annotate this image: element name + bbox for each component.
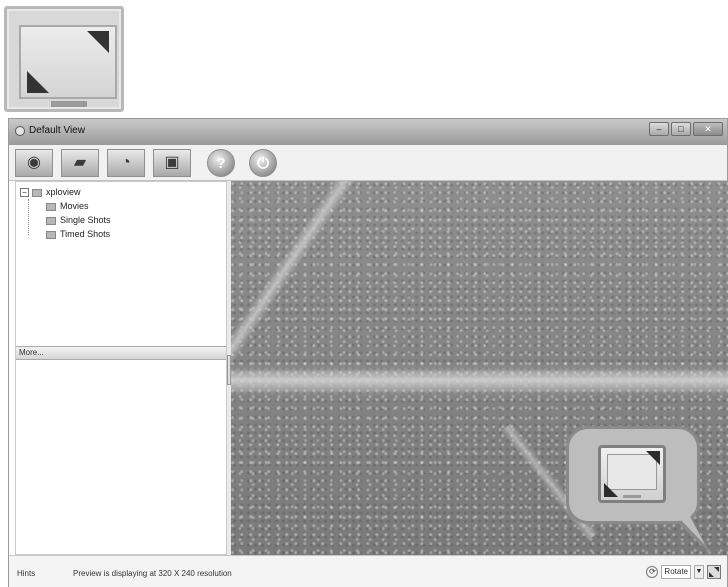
fullscreen-icon-screen <box>19 25 117 99</box>
rotate-select[interactable]: Rotate <box>661 565 691 579</box>
window-title: Default View <box>29 125 85 136</box>
more-bar[interactable]: More... <box>16 346 226 360</box>
tree-item-label: Timed Shots <box>60 229 111 239</box>
tree-item-movies[interactable]: Movies <box>20 199 111 213</box>
tree-root[interactable]: − xploview <box>20 185 111 199</box>
fullscreen-corner-top-right <box>646 451 660 465</box>
fullscreen-icon-corner <box>714 567 719 572</box>
chevron-down-icon[interactable]: ▼ <box>694 565 704 579</box>
left-pane: − xploview Movies Single Shots Timed Shot… <box>15 181 227 555</box>
fullscreen-icon-stand <box>623 495 641 498</box>
folder-icon <box>32 188 42 197</box>
fullscreen-icon <box>598 445 666 503</box>
fullscreen-corner-bottom-left <box>27 71 49 93</box>
video-camera-icon: ▰ <box>73 154 87 171</box>
minimize-button[interactable]: – <box>649 122 669 136</box>
tree-collapse-toggle[interactable]: − <box>20 188 29 198</box>
power-icon: ⏻ <box>257 154 269 172</box>
tree-item-single-shots[interactable]: Single Shots <box>20 213 111 227</box>
folder-icon <box>46 230 56 239</box>
app-icon <box>15 126 25 136</box>
status-controls: ⟳ Rotate ▼ <box>646 565 721 579</box>
timed-shot-button[interactable]: ◔ <box>107 149 145 177</box>
title-bar[interactable]: Default View – □ ✕ <box>9 119 727 145</box>
help-icon: ? <box>216 154 226 172</box>
maximize-button[interactable]: □ <box>671 122 691 136</box>
tree-item-label: Movies <box>60 201 89 211</box>
status-message: Preview is displaying at 320 X 240 resol… <box>73 569 232 578</box>
hints-label: Hints <box>17 569 36 578</box>
folder-icon <box>46 202 56 211</box>
record-movie-button[interactable]: ▰ <box>61 149 99 177</box>
movie-camera-icon: ▣ <box>164 154 180 171</box>
rotate-icon[interactable]: ⟳ <box>646 566 659 578</box>
toolbar: ◉ ▰ ◔ ▣ ? ⏻ <box>9 145 727 181</box>
close-button[interactable]: ✕ <box>693 122 723 136</box>
folder-tree: − xploview Movies Single Shots Timed Shot… <box>20 185 111 241</box>
fullscreen-icon-stand <box>51 101 87 107</box>
snapshot-button[interactable]: ◉ <box>15 149 53 177</box>
power-button[interactable]: ⏻ <box>249 149 277 177</box>
fullscreen-corner-top-right <box>87 31 109 53</box>
camera-icon: ◉ <box>27 154 41 171</box>
window-controls: – □ ✕ <box>649 122 723 136</box>
help-button[interactable]: ? <box>207 149 235 177</box>
movie-settings-button[interactable]: ▣ <box>153 149 191 177</box>
tree-item-label: Single Shots <box>60 215 111 225</box>
fullscreen-icon-enlarged <box>4 6 124 112</box>
fullscreen-button[interactable] <box>707 565 721 579</box>
tree-item-timed-shots[interactable]: Timed Shots <box>20 227 111 241</box>
fullscreen-corner-bottom-left <box>604 483 618 497</box>
folder-icon <box>46 216 56 225</box>
status-bar: Hints Preview is displaying at 320 X 240… <box>9 555 727 587</box>
timer-camera-icon: ◔ <box>121 154 131 171</box>
leaf-midrib <box>231 366 728 396</box>
fullscreen-icon-corner <box>709 572 714 577</box>
tree-root-label: xploview <box>46 187 81 197</box>
